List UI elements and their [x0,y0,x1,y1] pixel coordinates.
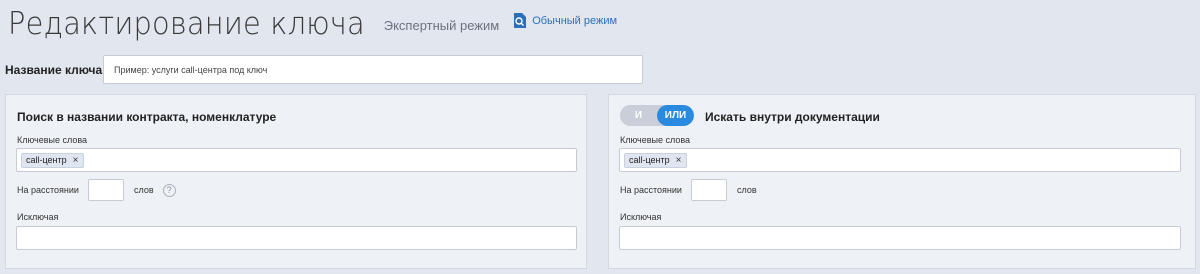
distance-label: На расстоянии [17,185,79,195]
words-label: слов [737,185,757,195]
keyword-tag-label: call-центр [26,155,67,165]
distance-row: На расстоянии слов ? [17,179,176,201]
panel-title: Поиск в названии контракта, номенклатуре [17,110,277,124]
keywords-input[interactable]: call-центр × [619,148,1181,172]
document-search-icon [514,13,527,28]
remove-tag-icon[interactable]: × [73,155,79,166]
exclude-label: Исключая [620,212,662,222]
keywords-label: Ключевые слова [620,135,691,145]
keywords-input[interactable]: call-центр × [16,148,577,172]
exclude-input[interactable] [619,226,1181,250]
words-label: слов [134,185,154,195]
panel-title: Искать внутри документации [705,110,880,124]
simple-mode-link[interactable]: Обычный режим [513,13,617,28]
toggle-and-option[interactable]: И [620,105,657,126]
key-name-label: Название ключа [5,62,103,77]
simple-mode-label: Обычный режим [532,14,618,27]
keywords-label: Ключевые слова [17,135,88,145]
page-header: Редактирование ключа Экспертный режим Об… [8,6,617,46]
key-name-row: Название ключа [5,55,643,84]
remove-tag-icon[interactable]: × [676,155,682,166]
keyword-tag: call-центр × [624,152,687,168]
page-title: Редактирование ключа [8,6,365,42]
distance-row: На расстоянии слов [620,179,757,201]
help-icon[interactable]: ? [162,183,176,197]
contract-search-panel: Поиск в названии контракта, номенклатуре… [5,94,587,269]
key-name-input[interactable] [103,55,643,84]
keyword-tag: call-центр × [21,152,84,168]
expert-mode-link[interactable]: Экспертный режим [384,18,499,33]
exclude-label: Исключая [17,212,59,222]
distance-label: На расстоянии [620,185,682,195]
keyword-tag-label: call-центр [629,155,670,165]
exclude-input[interactable] [16,226,577,250]
documentation-search-panel: И ИЛИ Искать внутри документации Ключевы… [608,94,1196,269]
distance-input[interactable] [88,179,124,201]
distance-input[interactable] [691,179,727,201]
and-or-toggle[interactable]: И ИЛИ [620,105,694,126]
toggle-or-option[interactable]: ИЛИ [657,105,694,126]
